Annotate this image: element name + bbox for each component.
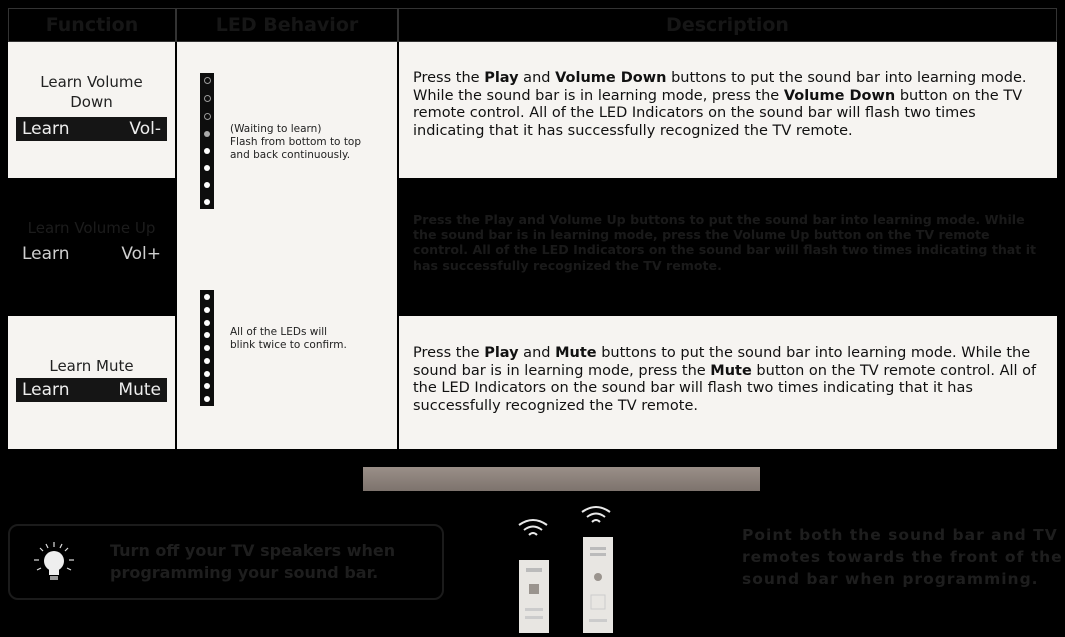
row-3-description-cell: Press the Play and Mute buttons to put t… (399, 316, 1057, 449)
header-description-label: Description (666, 14, 789, 36)
led-indicator-waiting (200, 73, 214, 209)
tip-speakers-text: Turn off your TV speakers when programmi… (110, 541, 396, 582)
led-dot (203, 113, 211, 120)
remote-control-icon (583, 537, 613, 633)
row-3-tag-right: Mute (118, 380, 161, 400)
row-3-description: Press the Play and Mute buttons to put t… (413, 345, 1037, 414)
row-2-description-cell: Press the Play and Volume Up buttons to … (399, 180, 1057, 314)
header-description: Description (398, 8, 1057, 42)
led-dot (204, 148, 210, 154)
lightbulb-icon (32, 540, 76, 584)
row-1-tag-right: Vol- (129, 119, 161, 139)
wifi-signal-icon (515, 515, 551, 541)
row-1-function-cell: Learn Volume Down Learn Vol- (8, 42, 175, 178)
led-dot (204, 345, 210, 351)
row-3-button-tag: Learn Mute (16, 378, 167, 402)
led-dot (204, 319, 210, 326)
led-dot (204, 199, 210, 205)
row-1-description: Press the Play and Volume Down buttons t… (413, 70, 1027, 139)
led-dot (204, 396, 210, 402)
header-function: Function (8, 8, 176, 42)
led-waiting-text: (Waiting to learn) Flash from bottom to … (230, 123, 362, 161)
header-function-label: Function (45, 14, 139, 36)
led-dot (204, 182, 210, 188)
row-2-tag-right: Vol+ (121, 244, 161, 264)
row-1-description-cell: Press the Play and Volume Down buttons t… (399, 42, 1057, 178)
row-1-function-name: Learn Volume Down (40, 73, 143, 111)
tip-remotes-text: Point both the sound bar and TV remotes … (742, 526, 1063, 588)
row-2-description: Press the Play and Volume Up buttons to … (413, 212, 1037, 273)
led-dot (204, 294, 210, 300)
header-led-label: LED Behavior (215, 14, 359, 36)
header-led-behavior: LED Behavior (176, 8, 398, 42)
row-3-function-name: Learn Mute (49, 357, 134, 375)
soundbar-illustration (363, 467, 760, 491)
led-dot (204, 383, 210, 390)
led-dot (204, 131, 210, 137)
led-dot (204, 357, 210, 364)
row-1-tag-left: Learn (22, 119, 70, 139)
led-dot (204, 165, 210, 171)
led-dot (204, 306, 210, 313)
row-1-button-tag: Learn Vol- (16, 117, 167, 141)
led-dot (203, 95, 211, 102)
led-dot (204, 370, 210, 377)
row-2-button-tag: Learn Vol+ (16, 242, 167, 266)
wifi-signal-icon (578, 502, 614, 528)
row-2-function-cell: Learn Volume Up Learn Vol+ (8, 180, 175, 314)
led-dot (204, 332, 210, 339)
row-2-function-name: Learn Volume Up (27, 219, 156, 237)
row-3-function-cell: Learn Mute Learn Mute (8, 316, 175, 449)
row-3-tag-left: Learn (22, 380, 70, 400)
remote-control-icon (519, 560, 549, 633)
led-dot (203, 77, 211, 84)
row-2-tag-left: Learn (22, 244, 70, 264)
led-confirm-text: All of the LEDs will blink twice to conf… (230, 326, 347, 351)
led-indicator-confirm (200, 290, 214, 406)
